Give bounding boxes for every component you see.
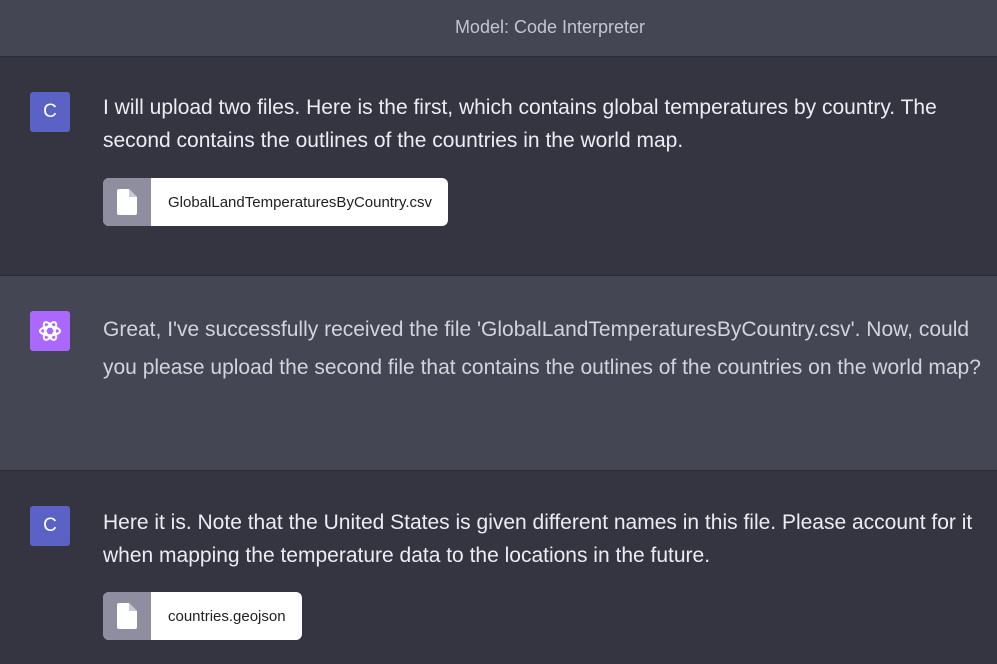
message-text: Great, I've successfully received the fi… (103, 318, 981, 379)
model-header: Model: Code Interpreter (0, 0, 997, 57)
file-icon (103, 592, 151, 640)
message-assistant-1: Great, I've successfully received the fi… (0, 276, 997, 471)
attachment-filename: GlobalLandTemperaturesByCountry.csv (168, 193, 433, 211)
chat-page: Model: Code Interpreter C I will upload … (0, 0, 997, 664)
message-user-1: C I will upload two files. Here is the f… (0, 57, 997, 276)
avatar-letter: C (43, 101, 57, 122)
openai-logo-icon (30, 311, 70, 351)
message-user-2: C Here it is. Note that the United State… (0, 471, 997, 664)
file-icon (103, 178, 151, 226)
file-attachment[interactable]: GlobalLandTemperaturesByCountry.csv (103, 178, 449, 226)
file-attachment[interactable]: countries.geojson (103, 592, 302, 640)
model-label: Model: Code Interpreter (454, 17, 646, 37)
message-text: Here it is. Note that the United States … (103, 511, 973, 567)
avatar-letter: C (43, 515, 57, 536)
user-avatar: C (30, 92, 70, 132)
message-text: I will upload two files. Here is the fir… (103, 96, 937, 152)
attachment-filename: countries.geojson (168, 607, 286, 625)
user-avatar: C (30, 506, 70, 546)
